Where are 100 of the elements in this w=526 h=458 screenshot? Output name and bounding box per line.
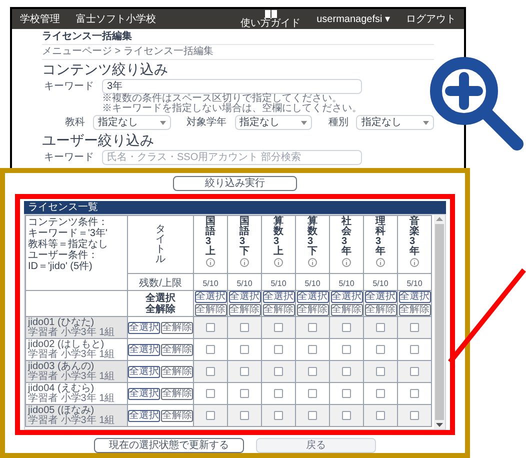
checkbox[interactable] xyxy=(410,388,419,398)
condition-text: キーワード＝'3年' xyxy=(28,228,108,239)
select-field[interactable]: 指定なし xyxy=(356,115,434,130)
app-title: 学校管理 xyxy=(20,12,60,26)
info-icon[interactable] xyxy=(376,258,385,267)
checkbox[interactable] xyxy=(274,344,283,354)
back-button[interactable]: 戻る xyxy=(256,438,376,453)
license-count: 5/10 xyxy=(202,279,218,288)
info-icon[interactable] xyxy=(410,258,419,267)
keyword-field[interactable]: 氏名・クラス・SSO用アカウント 部分検索 xyxy=(102,150,362,165)
checkbox[interactable] xyxy=(376,388,385,398)
checkbox[interactable] xyxy=(342,344,351,354)
column-label: タイトル xyxy=(156,224,166,264)
field-label: 教科 xyxy=(64,116,85,128)
condition-text: ID＝'jido' (5件) xyxy=(28,261,94,272)
checkbox[interactable] xyxy=(240,388,249,398)
user-name: jido01 (ひなた) xyxy=(28,318,94,328)
field-label: 種別 xyxy=(328,116,348,128)
content-title: 算数3上 xyxy=(274,217,284,257)
checkbox[interactable] xyxy=(342,410,351,420)
field-label: キーワード xyxy=(43,152,94,164)
section-heading: ユーザー絞り込み xyxy=(42,132,155,149)
checkbox[interactable] xyxy=(410,322,419,332)
user-detail: 学習者 小学3年 1組 xyxy=(28,394,116,404)
update-button[interactable]: 現在の選択状態で更新する xyxy=(94,438,244,453)
checkbox[interactable] xyxy=(410,344,419,354)
content-title: 算数3下 xyxy=(308,217,318,257)
guide-link[interactable]: 使い方ガイド xyxy=(240,9,301,29)
column-label: 全選択 xyxy=(144,292,176,304)
info-icon[interactable] xyxy=(308,258,317,267)
page-title: ライセンス一括編集 xyxy=(42,31,133,43)
info-icon[interactable] xyxy=(206,258,215,267)
checkbox[interactable] xyxy=(308,322,317,332)
checkbox[interactable] xyxy=(308,344,317,354)
checkbox[interactable] xyxy=(376,410,385,420)
checkbox[interactable] xyxy=(240,344,249,354)
license-count: 5/10 xyxy=(406,279,422,288)
content-title: 音楽3年 xyxy=(410,217,420,257)
scroll-down-icon[interactable] xyxy=(436,423,443,427)
checkbox[interactable] xyxy=(206,344,215,354)
run-filter-button[interactable]: 絞り込み実行 xyxy=(173,176,297,191)
caret-icon xyxy=(160,120,166,124)
license-count: 5/10 xyxy=(236,279,252,288)
user-name: jido04 (えむら) xyxy=(28,384,94,394)
checkbox[interactable] xyxy=(308,388,317,398)
caret-icon xyxy=(422,120,429,124)
field-label: キーワード xyxy=(43,80,94,92)
field-label: 対象学年 xyxy=(186,116,227,128)
checkbox[interactable] xyxy=(274,366,283,376)
checkbox[interactable] xyxy=(240,366,249,376)
checkbox[interactable] xyxy=(342,388,351,398)
logout-link[interactable]: ログアウト xyxy=(406,12,456,26)
checkbox[interactable] xyxy=(274,410,283,420)
checkbox[interactable] xyxy=(240,410,249,420)
checkbox[interactable] xyxy=(410,366,419,376)
keyword-field[interactable]: 3年 xyxy=(102,79,362,94)
info-icon[interactable] xyxy=(342,258,351,267)
user-detail: 学習者 小学3年 1組 xyxy=(28,372,116,382)
scrollbar[interactable] xyxy=(434,215,445,429)
checkbox[interactable] xyxy=(410,410,419,420)
checkbox[interactable] xyxy=(206,410,215,420)
select-field[interactable]: 指定なし xyxy=(234,115,312,130)
checkbox[interactable] xyxy=(206,322,215,332)
checkbox[interactable] xyxy=(376,366,385,376)
license-count: 5/10 xyxy=(304,279,320,288)
condition-text: コンテンツ条件： xyxy=(28,217,109,228)
content-title: 理科3年 xyxy=(376,217,386,257)
column-label: 全解除 xyxy=(144,304,176,314)
user-name: jido05 (ほなみ) xyxy=(28,406,94,416)
user-detail: 学習者 小学3年 1組 xyxy=(28,350,116,360)
checkbox[interactable] xyxy=(206,366,215,376)
user-name: jido03 (あんの) xyxy=(28,362,94,372)
condition-text: 教科等＝指定なし xyxy=(28,239,109,250)
caret-icon xyxy=(301,120,308,124)
info-icon[interactable] xyxy=(274,258,283,267)
user-menu[interactable]: usermanagefsi ▾ xyxy=(316,12,390,26)
checkbox[interactable] xyxy=(376,344,385,354)
checkbox[interactable] xyxy=(274,322,283,332)
license-count: 5/10 xyxy=(338,279,354,288)
checkbox[interactable] xyxy=(274,388,283,398)
checkbox[interactable] xyxy=(308,366,317,376)
info-icon[interactable] xyxy=(240,258,249,267)
user-detail: 学習者 小学3年 1組 xyxy=(28,416,116,426)
scroll-up-icon[interactable] xyxy=(436,217,443,221)
select-field[interactable]: 指定なし xyxy=(92,115,171,130)
checkbox[interactable] xyxy=(308,410,317,420)
checkbox[interactable] xyxy=(376,322,385,332)
column-label: 残数/上限 xyxy=(139,278,182,289)
checkbox[interactable] xyxy=(240,322,249,332)
checkbox[interactable] xyxy=(342,322,351,332)
content-title: 国語3上 xyxy=(206,217,216,257)
checkbox[interactable] xyxy=(342,366,351,376)
hint-text: ※複数の条件はスペース区切りで指定してください。 xyxy=(102,94,343,104)
condition-text: ユーザー条件： xyxy=(28,250,99,261)
license-count: 5/10 xyxy=(372,279,388,288)
school-name: 富士ソフト小学校 xyxy=(76,12,156,26)
checkbox[interactable] xyxy=(206,388,215,398)
content-title: 国語3下 xyxy=(240,217,250,257)
section-heading: コンテンツ絞り込み xyxy=(42,61,169,78)
content-title: 社会3年 xyxy=(342,217,352,257)
